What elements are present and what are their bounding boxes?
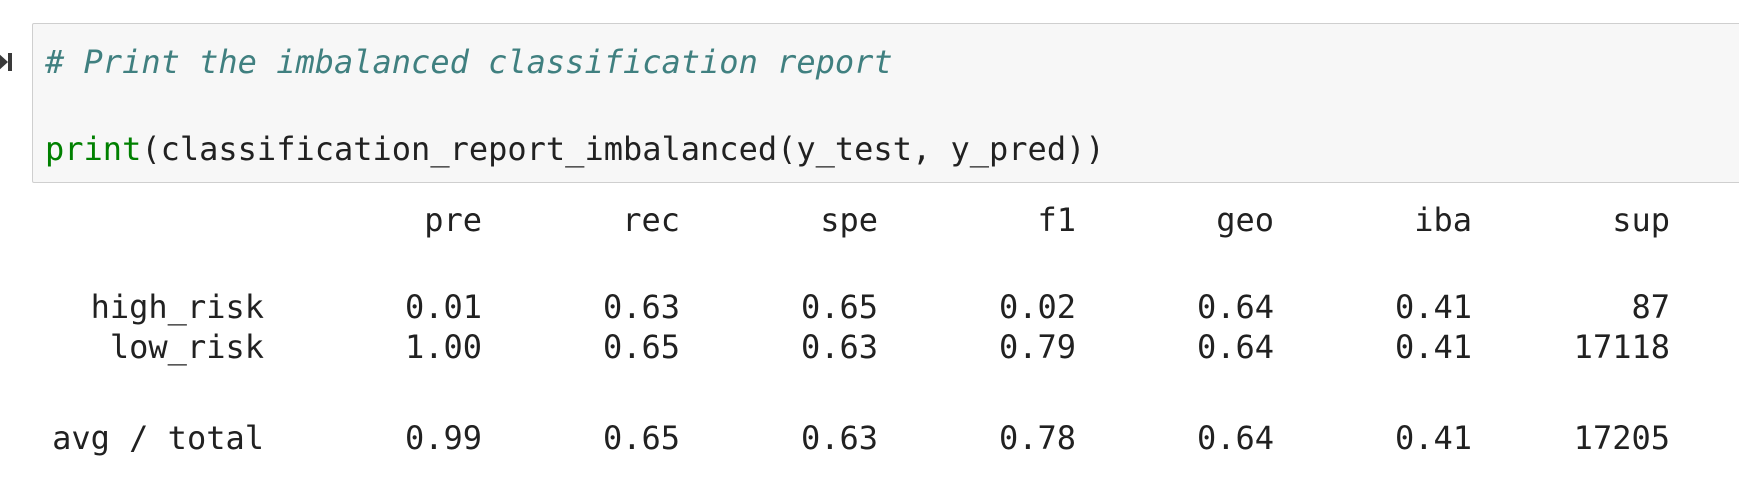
- value-f1: 0.78: [998, 419, 1076, 457]
- header-geo: geo: [1216, 201, 1274, 239]
- value-f1: 0.79: [998, 328, 1076, 366]
- value-rec: 0.65: [602, 419, 680, 457]
- report-row: low_risk 1.00 0.65 0.63 0.79 0.64 0.41 1…: [44, 327, 1670, 367]
- value-iba: 0.41: [1394, 328, 1472, 366]
- header-iba: iba: [1414, 201, 1472, 239]
- run-bar-icon: [8, 53, 12, 71]
- value-sup: 17205: [1573, 419, 1670, 457]
- value-iba: 0.41: [1394, 419, 1472, 457]
- report-total-row: avg / total 0.99 0.65 0.63 0.78 0.64 0.4…: [44, 418, 1670, 458]
- code-statement: print(classification_report_imbalanced(y…: [45, 129, 1105, 169]
- row-label: high_risk: [90, 288, 264, 326]
- header-spe: spe: [820, 201, 878, 239]
- value-spe: 0.65: [800, 288, 878, 326]
- value-sup: 17118: [1573, 328, 1670, 366]
- value-rec: 0.63: [602, 288, 680, 326]
- value-geo: 0.64: [1196, 328, 1274, 366]
- print-arguments: (classification_report_imbalanced(y_test…: [141, 130, 1105, 168]
- value-rec: 0.65: [602, 328, 680, 366]
- header-sup: sup: [1612, 201, 1670, 239]
- row-label: low_risk: [109, 328, 264, 366]
- header-f1: f1: [1037, 201, 1076, 239]
- print-keyword: print: [45, 130, 142, 168]
- header-rec: rec: [622, 201, 680, 239]
- value-geo: 0.64: [1196, 419, 1274, 457]
- code-cell[interactable]: # Print the imbalanced classification re…: [32, 23, 1739, 183]
- report-header-row: pre rec spe f1 geo iba sup: [44, 200, 1670, 240]
- value-pre: 1.00: [404, 328, 482, 366]
- value-f1: 0.02: [998, 288, 1076, 326]
- value-sup: 87: [1631, 288, 1670, 326]
- value-spe: 0.63: [800, 328, 878, 366]
- header-pre: pre: [424, 201, 482, 239]
- code-comment: # Print the imbalanced classification re…: [45, 43, 893, 81]
- value-spe: 0.63: [800, 419, 878, 457]
- value-geo: 0.64: [1196, 288, 1274, 326]
- report-row: high_risk 0.01 0.63 0.65 0.02 0.64 0.41 …: [44, 287, 1670, 327]
- row-label: avg / total: [52, 419, 264, 457]
- run-triangle-icon: [0, 53, 8, 71]
- value-pre: 0.01: [404, 288, 482, 326]
- value-iba: 0.41: [1394, 288, 1472, 326]
- run-cell-icon[interactable]: [0, 52, 14, 72]
- value-pre: 0.99: [404, 419, 482, 457]
